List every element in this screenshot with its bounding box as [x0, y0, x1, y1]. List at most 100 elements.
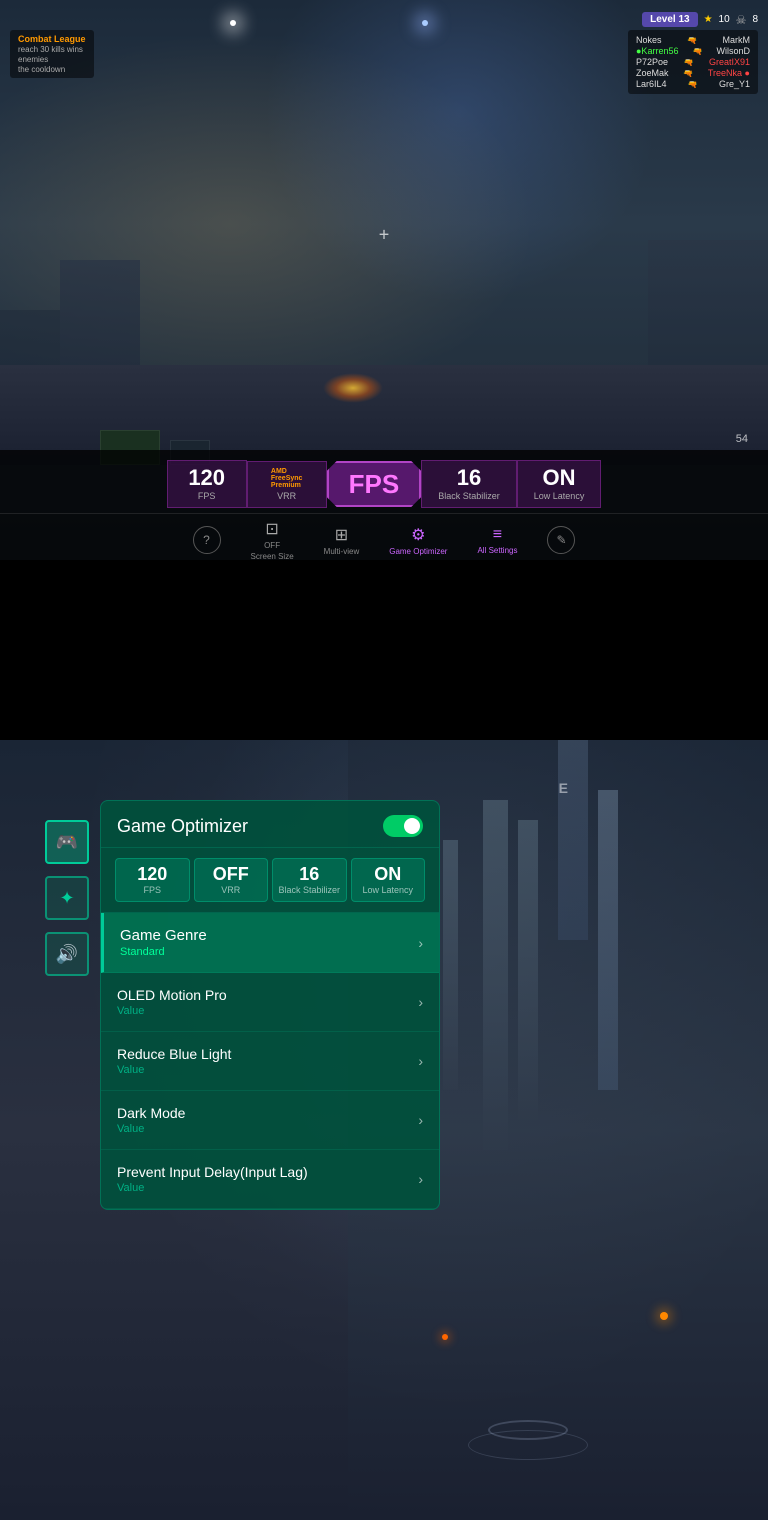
black-stabilizer-box: 16 Black Stabilizer: [421, 460, 517, 508]
player-2-right: WilsonD: [716, 46, 750, 56]
ammo-counter: 54: [736, 433, 748, 445]
sidebar-game-icon[interactable]: 🎮: [45, 820, 89, 864]
top-game-section: + Level 13 ★ 10 ☠ 8 Nokes 🔫 MarkM ●Karre…: [0, 0, 768, 560]
player-1-left: Nokes: [636, 35, 662, 45]
dark-mode-subtitle: Value: [117, 1123, 185, 1135]
menu-item-oled-motion[interactable]: OLED Motion Pro Value ›: [101, 973, 439, 1032]
menu-item-prevent-input-delay[interactable]: Prevent Input Delay(Input Lag) Value ›: [101, 1150, 439, 1209]
freesync-logo: AMDFreeSyncPremium: [271, 468, 303, 489]
fps-stat-box: 120 FPS: [167, 460, 247, 508]
skull-icon: ☠: [736, 13, 747, 27]
menu-item-reduce-blue-light[interactable]: Reduce Blue Light Value ›: [101, 1032, 439, 1091]
low-latency-box: ON Low Latency: [517, 460, 602, 508]
gun-icon-1: 🔫: [687, 36, 697, 45]
player-3-left: P72Poe: [636, 57, 668, 67]
fps-label: FPS: [198, 491, 216, 501]
all-settings-label: All Settings: [477, 546, 517, 555]
player-4-right: TreeNka ●: [708, 68, 750, 78]
sidebar-display-icon[interactable]: ✦: [45, 876, 89, 920]
optimizer-fps-stat: 120 FPS: [115, 858, 190, 902]
dark-mode-title: Dark Mode: [117, 1105, 185, 1121]
panel-header: Game Optimizer: [101, 801, 439, 848]
nav-screen-size[interactable]: ⊡ OFF Screen Size: [251, 519, 294, 560]
reduce-blue-light-subtitle: Value: [117, 1064, 231, 1076]
match-name: Combat League: [18, 34, 86, 44]
ammo-value: 54: [736, 433, 748, 445]
star-count: 10: [719, 14, 730, 25]
reduce-blue-light-text: Reduce Blue Light Value: [117, 1046, 231, 1076]
muzzle-flash: [323, 373, 383, 403]
bottom-game-section: E 🎮 ✦ 🔊 Game Optimizer 120 FPS: [0, 740, 768, 1520]
game-optimizer-label: Game Optimizer: [389, 547, 447, 556]
game-genre-text: Game Genre Standard: [120, 927, 207, 958]
score-row: ZoeMak 🔫 TreeNka ●: [636, 68, 750, 78]
player-1-right: MarkM: [722, 35, 750, 45]
chevron-right-icon: ›: [418, 935, 423, 951]
player-5-right: Gre_Y1: [719, 79, 750, 89]
panel-title: Game Optimizer: [117, 816, 248, 837]
score-row: Lar6IL4 🔫 Gre_Y1: [636, 79, 750, 89]
freesync-label: FreeSync: [271, 475, 303, 482]
optimizer-ll-stat: ON Low Latency: [351, 858, 426, 902]
center-fps-value: FPS: [349, 471, 400, 497]
optimizer-toggle[interactable]: [383, 815, 423, 837]
gun-icon-4: 🔫: [683, 69, 693, 78]
level-badge: Level 13: [642, 12, 697, 27]
nav-multiview[interactable]: ⊞ Multi-view: [324, 525, 360, 556]
chevron-right-icon-4: ›: [418, 1112, 423, 1128]
gun-icon-5: 🔫: [688, 80, 698, 89]
star-icon: ★: [704, 14, 713, 25]
prevent-input-delay-text: Prevent Input Delay(Input Lag) Value: [117, 1164, 308, 1194]
oled-motion-subtitle: Value: [117, 1005, 227, 1017]
score-row: Nokes 🔫 MarkM: [636, 35, 750, 45]
vrr-label: VRR: [277, 491, 296, 501]
edit-circle[interactable]: ✎: [547, 526, 575, 554]
score-row: ●Karren56 🔫 WilsonD: [636, 46, 750, 56]
skull-count: 8: [752, 14, 758, 25]
nav-row: ? ⊡ OFF Screen Size ⊞ Multi-view ⚙ Game …: [0, 513, 768, 560]
scoreboard: Nokes 🔫 MarkM ●Karren56 🔫 WilsonD P72Poe…: [628, 30, 758, 94]
gun-icon-2: 🔫: [692, 47, 702, 56]
freesync-box: AMDFreeSyncPremium VRR: [247, 461, 327, 508]
nav-all-settings[interactable]: ≡ All Settings: [477, 526, 517, 555]
score-row: P72Poe 🔫 GreatIX91: [636, 57, 750, 67]
low-latency-label: Low Latency: [534, 491, 585, 501]
game-genre-title: Game Genre: [120, 927, 207, 944]
optimizer-panel: Game Optimizer 120 FPS OFF VRR 16 Black …: [100, 800, 440, 1210]
torch-light-2: [442, 1334, 448, 1340]
menu-item-dark-mode[interactable]: Dark Mode Value ›: [101, 1091, 439, 1150]
chevron-right-icon-2: ›: [418, 994, 423, 1010]
level-bar: Level 13 ★ 10 ☠ 8: [642, 12, 758, 27]
optimizer-vrr-value: OFF: [199, 865, 264, 883]
nav-edit[interactable]: ✎: [547, 526, 575, 554]
screen-size-text: Screen Size: [251, 552, 294, 560]
kill-text: reach 30 kills wins: [18, 45, 86, 54]
fps-stats-row: 120 FPS AMDFreeSyncPremium VRR FPS 16 Bl…: [0, 450, 768, 513]
black-stabilizer-label: Black Stabilizer: [438, 491, 500, 501]
black-stabilizer-value: 16: [457, 467, 481, 489]
nav-help[interactable]: ?: [193, 526, 221, 554]
left-hud: Combat League reach 30 kills wins enemie…: [10, 30, 94, 78]
screen-size-icon: ⊡: [265, 519, 278, 539]
multiview-icon: ⊞: [335, 525, 348, 545]
all-settings-icon: ≡: [493, 526, 502, 544]
multiview-label: Multi-view: [324, 547, 360, 556]
player-3-right: GreatIX91: [709, 57, 750, 67]
optimizer-vrr-label: VRR: [199, 885, 264, 895]
dark-mode-text: Dark Mode Value: [117, 1105, 185, 1135]
nav-game-optimizer[interactable]: ⚙ Game Optimizer: [389, 525, 447, 556]
sidebar-sound-icon[interactable]: 🔊: [45, 932, 89, 976]
optimizer-fps-value: 120: [120, 865, 185, 883]
game-genre-subtitle: Standard: [120, 946, 207, 958]
menu-item-game-genre[interactable]: Game Genre Standard ›: [101, 913, 439, 973]
help-circle[interactable]: ?: [193, 526, 221, 554]
prevent-input-delay-subtitle: Value: [117, 1182, 308, 1194]
screen-size-label: OFF: [264, 541, 280, 550]
game-controller-icon: 🎮: [56, 832, 78, 853]
optimizer-bs-value: 16: [277, 865, 342, 883]
optimizer-stats-row: 120 FPS OFF VRR 16 Black Stabilizer ON L…: [101, 848, 439, 913]
display-icon: ✦: [59, 888, 74, 909]
sound-icon: 🔊: [56, 944, 78, 965]
fps-value: 120: [188, 467, 225, 489]
center-fps-box: FPS: [327, 461, 422, 507]
